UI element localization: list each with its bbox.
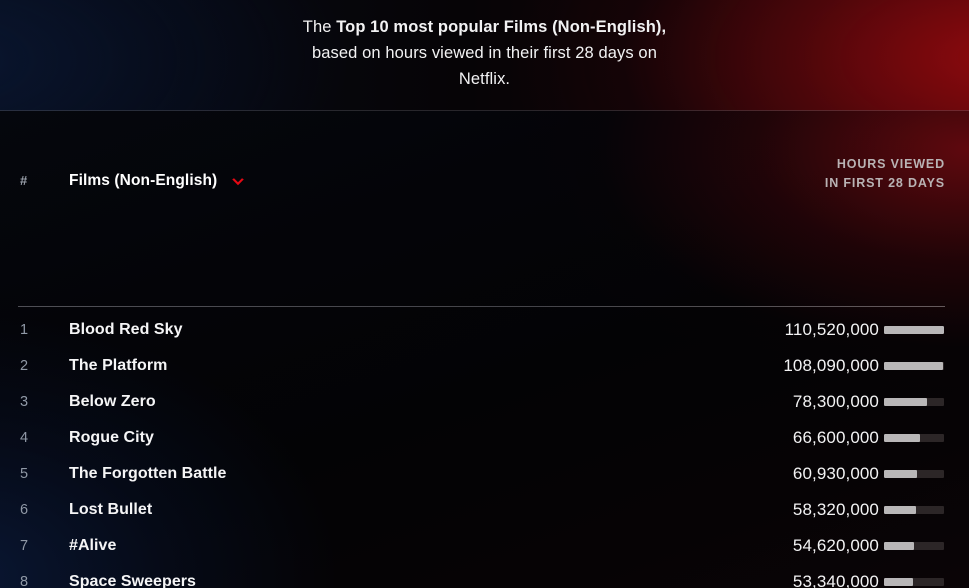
row-bar-fill: [884, 362, 943, 370]
row-title[interactable]: The Platform: [69, 348, 167, 384]
row-bar-fill: [884, 434, 921, 442]
header-divider: [18, 306, 945, 307]
banner-line-1-prefix: The: [302, 18, 337, 36]
table-header: # Films (Non-English) HOURS VIEWED IN FI…: [18, 149, 945, 199]
table-row[interactable]: 5 The Forgotten Battle 60,930,000: [0, 456, 969, 492]
column-header-title[interactable]: Films (Non-English): [69, 172, 217, 190]
row-hours-viewed: 58,320,000: [792, 500, 879, 519]
banner-caption: The Top 10 most popular Films (Non-Engli…: [225, 14, 745, 92]
table-row[interactable]: 4 Rogue City 66,600,000: [0, 420, 969, 456]
banner: The Top 10 most popular Films (Non-Engli…: [0, 0, 969, 111]
row-title[interactable]: Rogue City: [69, 420, 154, 456]
row-rank: 2: [20, 358, 29, 374]
row-title[interactable]: #Alive: [69, 528, 116, 564]
row-rank: 4: [20, 430, 29, 446]
table-row[interactable]: 7 #Alive 54,620,000: [0, 528, 969, 564]
row-bar-track: [884, 578, 944, 586]
banner-line-3: Netflix.: [458, 70, 511, 88]
table-body: 1 Blood Red Sky 110,520,000 2 The Platform 10…: [0, 312, 969, 588]
table-row[interactable]: 6 Lost Bullet 58,320,000: [0, 492, 969, 528]
table-row[interactable]: 1 Blood Red Sky 110,520,000: [0, 312, 969, 348]
banner-line-1-bold: Top 10 most popular Films (Non-English),: [336, 18, 667, 36]
row-hours-viewed: 53,340,000: [792, 572, 879, 588]
row-title[interactable]: Space Sweepers: [69, 564, 196, 588]
banner-line-2: based on hours viewed in their first 28 …: [312, 44, 657, 62]
column-header-rank: #: [20, 173, 28, 188]
row-bar-fill: [884, 506, 916, 514]
row-bar-track: [884, 542, 944, 550]
row-title[interactable]: Blood Red Sky: [69, 312, 183, 348]
column-header-hours: HOURS VIEWED IN FIRST 28 DAYS: [825, 155, 945, 193]
row-rank: 5: [20, 466, 29, 482]
banner-line-1: The Top 10 most popular Films (Non-Engli…: [225, 14, 745, 40]
row-hours-viewed: 66,600,000: [792, 428, 879, 447]
row-bar-fill: [884, 398, 927, 406]
column-header-hours-line2: IN FIRST 28 DAYS: [824, 176, 945, 190]
row-title[interactable]: Lost Bullet: [69, 492, 152, 528]
row-bar-track: [884, 326, 944, 334]
column-header-hours-line1: HOURS VIEWED: [836, 157, 945, 171]
row-hours-viewed: 54,620,000: [792, 536, 879, 555]
row-bar-fill: [884, 470, 918, 478]
row-bar-track: [884, 470, 944, 478]
leaderboard: # Films (Non-English) HOURS VIEWED IN FI…: [0, 111, 969, 588]
row-hours-viewed: 78,300,000: [792, 392, 879, 411]
row-bar-track: [884, 434, 944, 442]
row-bar-fill: [884, 326, 944, 334]
row-rank: 3: [20, 394, 29, 410]
row-hours-viewed: 110,520,000: [784, 320, 879, 339]
row-title[interactable]: Below Zero: [69, 384, 156, 420]
row-bar-track: [884, 362, 944, 370]
row-bar-fill: [884, 542, 914, 550]
row-rank: 6: [20, 502, 29, 518]
row-title[interactable]: The Forgotten Battle: [69, 456, 226, 492]
chevron-down-icon[interactable]: [231, 178, 245, 187]
row-bar-fill: [884, 578, 913, 586]
row-bar-track: [884, 398, 944, 406]
table-row[interactable]: 3 Below Zero 78,300,000: [0, 384, 969, 420]
table-row[interactable]: 8 Space Sweepers 53,340,000: [0, 564, 969, 588]
row-rank: 7: [20, 538, 29, 554]
row-hours-viewed: 60,930,000: [792, 464, 879, 483]
table-row[interactable]: 2 The Platform 108,090,000: [0, 348, 969, 384]
row-hours-viewed: 108,090,000: [783, 356, 879, 375]
netflix-top10-panel: The Top 10 most popular Films (Non-Engli…: [0, 0, 969, 588]
row-bar-track: [884, 506, 944, 514]
row-rank: 1: [20, 322, 29, 338]
row-rank: 8: [20, 574, 29, 588]
